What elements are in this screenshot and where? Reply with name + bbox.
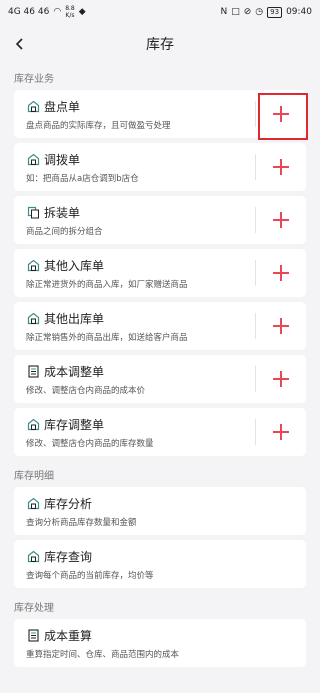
back-button[interactable] [8, 32, 32, 56]
add-button[interactable] [256, 143, 306, 191]
list-item-header: 拆装单 [26, 203, 255, 221]
list-item-header: 其他入库单 [26, 256, 255, 274]
shield-icon: ◆ [78, 7, 86, 17]
list-item-description: 修改、调整店仓内商品的库存数量 [26, 439, 154, 449]
list-item-header: 成本重算 [26, 626, 306, 644]
list-item-description: 修改、调整店仓内商品的成本价 [26, 386, 146, 396]
house-icon [26, 417, 40, 431]
battery-icon: 93 [267, 6, 283, 18]
list-item-title: 调拨单 [44, 152, 81, 167]
list-item-title: 库存查询 [44, 549, 93, 564]
list-item-description: 如：把商品从a店仓调到b店仓 [26, 174, 139, 184]
list-item-header: 调拨单 [26, 150, 255, 168]
list-item-title: 其他入库单 [44, 258, 105, 273]
section-title: 库存处理 [14, 602, 54, 614]
list-item-title: 库存调整单 [44, 417, 105, 432]
status-bar: 4G 46 46 ◠ 8.8 K/s ◆ N □ ⊘ ◷ 93 09:40 [0, 0, 320, 24]
list-item-title: 成本调整单 [44, 364, 105, 379]
doc-icon [26, 364, 40, 378]
list-item-title: 其他出库单 [44, 311, 105, 326]
section-title: 库存业务 [14, 73, 54, 85]
list-item-description: 盘点商品的实际库存，且可做盈亏处理 [26, 121, 171, 131]
plus-icon [273, 318, 289, 334]
list-item-title: 拆装单 [44, 205, 81, 220]
house-icon [26, 152, 40, 166]
nfc-icon: N [220, 7, 228, 17]
copy-icon [26, 205, 40, 219]
list-item[interactable]: 盘点单盘点商品的实际库存，且可做盈亏处理 [14, 90, 308, 140]
list-item-description: 查询分析商品库存数量和金额 [26, 518, 137, 528]
plus-icon [273, 371, 289, 387]
add-button[interactable] [256, 196, 306, 244]
list-item[interactable]: 调拨单如：把商品从a店仓调到b店仓 [14, 143, 306, 191]
chevron-left-icon [15, 38, 23, 50]
list-item-body[interactable]: 调拨单如：把商品从a店仓调到b店仓 [14, 150, 255, 185]
list-item-body[interactable]: 库存分析查询分析商品库存数量和金额 [14, 494, 306, 529]
list-item-description: 查询每个商品的当前库存，均价等 [26, 571, 154, 581]
speed-unit: K/s [65, 12, 75, 19]
add-button[interactable] [256, 249, 306, 297]
mute-icon: ⊘ [243, 7, 252, 17]
plus-icon [273, 212, 289, 228]
clock: 09:40 [286, 7, 312, 17]
list-item[interactable]: 成本重算重算指定时间、仓库、商品范围内的成本 [14, 619, 306, 667]
add-button[interactable] [256, 408, 306, 456]
list-item-description: 商品之间的拆分组合 [26, 227, 103, 237]
list-item-body[interactable]: 库存查询查询每个商品的当前库存，均价等 [14, 547, 306, 582]
content: 库存业务盘点单盘点商品的实际库存，且可做盈亏处理调拨单如：把商品从a店仓调到b店… [0, 64, 320, 667]
section-list: 库存分析查询分析商品库存数量和金额库存查询查询每个商品的当前库存，均价等 [0, 487, 320, 588]
list-item-body[interactable]: 拆装单商品之间的拆分组合 [14, 203, 255, 238]
section-list: 盘点单盘点商品的实际库存，且可做盈亏处理调拨单如：把商品从a店仓调到b店仓拆装单… [0, 90, 320, 456]
list-item[interactable]: 库存分析查询分析商品库存数量和金额 [14, 487, 306, 535]
signal-icon: 4G 46 46 [8, 7, 50, 17]
list-item-title: 库存分析 [44, 496, 93, 511]
doc-icon [26, 628, 40, 642]
list-item-body[interactable]: 其他入库单除正常进货外的商品入库，如厂家赠送商品 [14, 256, 255, 291]
network-speed: 8.8 K/s [65, 5, 75, 19]
list-item-description: 重算指定时间、仓库、商品范围内的成本 [26, 650, 180, 660]
plus-icon [273, 106, 289, 122]
list-item[interactable]: 成本调整单修改、调整店仓内商品的成本价 [14, 355, 306, 403]
house-icon [26, 99, 40, 113]
house-icon [26, 258, 40, 272]
list-item-description: 除正常销售外的商品出库，如送给客户商品 [26, 333, 188, 343]
house-icon [26, 311, 40, 325]
list-item-title: 盘点单 [44, 99, 81, 114]
list-item-body[interactable]: 其他出库单除正常销售外的商品出库，如送给客户商品 [14, 309, 255, 344]
wifi-icon: ◠ [53, 7, 62, 17]
list-item[interactable]: 库存查询查询每个商品的当前库存，均价等 [14, 540, 306, 588]
section-title: 库存明细 [14, 470, 54, 482]
list-item-header: 库存调整单 [26, 415, 255, 433]
list-item-body[interactable]: 成本重算重算指定时间、仓库、商品范围内的成本 [14, 626, 306, 661]
list-item[interactable]: 其他出库单除正常销售外的商品出库，如送给客户商品 [14, 302, 306, 350]
plus-icon [273, 159, 289, 175]
alarm-icon: ◷ [255, 7, 264, 17]
list-item-header: 其他出库单 [26, 309, 255, 327]
list-item-body[interactable]: 库存调整单修改、调整店仓内商品的库存数量 [14, 415, 255, 450]
list-item[interactable]: 库存调整单修改、调整店仓内商品的库存数量 [14, 408, 306, 456]
list-item-header: 盘点单 [26, 97, 255, 115]
add-button[interactable] [256, 90, 308, 140]
list-item-description: 除正常进货外的商品入库，如厂家赠送商品 [26, 280, 188, 290]
house-icon [26, 496, 40, 510]
plus-icon [273, 265, 289, 281]
house-icon [26, 549, 40, 563]
plus-icon [273, 424, 289, 440]
list-item-header: 成本调整单 [26, 362, 255, 380]
list-item[interactable]: 其他入库单除正常进货外的商品入库，如厂家赠送商品 [14, 249, 306, 297]
list-item-header: 库存查询 [26, 547, 306, 565]
list-item-body[interactable]: 成本调整单修改、调整店仓内商品的成本价 [14, 362, 255, 397]
list-item[interactable]: 拆装单商品之间的拆分组合 [14, 196, 306, 244]
speed-value: 8.8 [65, 5, 75, 12]
list-item-header: 库存分析 [26, 494, 306, 512]
page-title: 库存 [146, 37, 174, 53]
nav-bar: 库存 [0, 24, 320, 64]
list-item-title: 成本重算 [44, 628, 93, 643]
list-item-body[interactable]: 盘点单盘点商品的实际库存，且可做盈亏处理 [14, 97, 255, 132]
vibrate-icon: □ [231, 7, 240, 17]
add-button[interactable] [256, 355, 306, 403]
add-button[interactable] [256, 302, 306, 350]
section-list: 成本重算重算指定时间、仓库、商品范围内的成本 [0, 619, 320, 667]
